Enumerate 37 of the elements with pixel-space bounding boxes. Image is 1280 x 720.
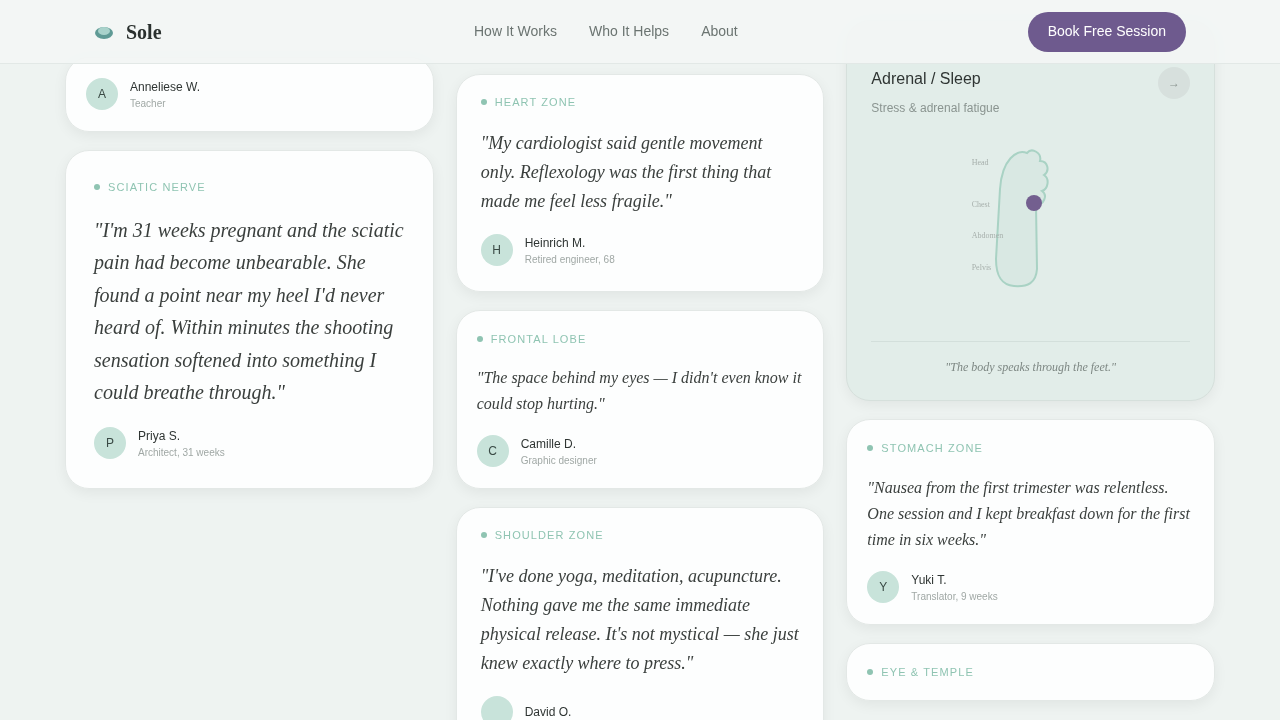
avatar: Y bbox=[867, 570, 900, 603]
author-name: Yuki T. bbox=[911, 571, 948, 589]
caption: "The body speaks through the feet." bbox=[945, 359, 1117, 376]
zone-label: SHOULDER ZONE bbox=[494, 528, 604, 543]
avatar: A bbox=[86, 78, 118, 110]
nav-link[interactable]: About bbox=[701, 21, 738, 42]
author-role: Translator, 9 weeks bbox=[911, 589, 998, 604]
zone-label: SCIATIC NERVE bbox=[108, 180, 206, 195]
author-role: Retired engineer, 68 bbox=[524, 252, 615, 267]
author-role: Graphic designer bbox=[520, 454, 597, 468]
zone-label: FRONTAL LOBE bbox=[490, 331, 587, 347]
nav-link[interactable]: Who It Helps bbox=[589, 21, 670, 42]
quote-text: "I'm 31 weeks pregnant and the sciatic pain had become unbearable. She found a point near my heel I'd never heard of. Within minutes the shooting sensation softened into something I could breathe through." bbox=[94, 217, 405, 406]
quote-text: "Nausea from the first trimester was relentless. One session and I kept breakfast down for the first time in six weeks." bbox=[867, 477, 1191, 550]
zone-title: Adrenal / Sleep bbox=[871, 69, 981, 89]
zone-label: STOMACH ZONE bbox=[881, 441, 983, 456]
avatar bbox=[480, 695, 513, 720]
book-button[interactable]: Book Free Session bbox=[1027, 11, 1186, 52]
author-name: Priya S. bbox=[138, 427, 181, 445]
author-role: Teacher bbox=[130, 97, 167, 111]
avatar: P bbox=[94, 426, 126, 459]
nav-link[interactable]: How It Works bbox=[474, 21, 557, 42]
quote-text: "The space behind my eyes — I didn't even know it could stop hurting." bbox=[476, 368, 803, 415]
zone-label: EYE & TEMPLE bbox=[881, 664, 974, 680]
author-name: Heinrich M. bbox=[524, 234, 587, 252]
author-name: David O. bbox=[524, 703, 572, 720]
author-name: Anneliese W. bbox=[130, 79, 201, 96]
arrow-button[interactable]: → bbox=[1158, 67, 1190, 99]
zone-subtitle: Stress & adrenal fatigue bbox=[871, 100, 1001, 117]
quote-text: "I've done yoga, meditation, acupuncture. Nothing gave me the same immediate physical release. It's not mystical — she just knew exactly where to press." bbox=[480, 564, 800, 675]
author-name: Camille D. bbox=[520, 436, 577, 453]
avatar: C bbox=[476, 435, 509, 467]
author-role: Architect, 31 weeks bbox=[138, 445, 225, 460]
zone-label: HEART ZONE bbox=[494, 95, 577, 110]
brand-name: Sole bbox=[126, 19, 162, 45]
quote-text: "My cardiologist said gentle movement only. Reflexology was the first thing that made me feel less fragile." bbox=[480, 131, 773, 213]
avatar: H bbox=[480, 233, 513, 266]
